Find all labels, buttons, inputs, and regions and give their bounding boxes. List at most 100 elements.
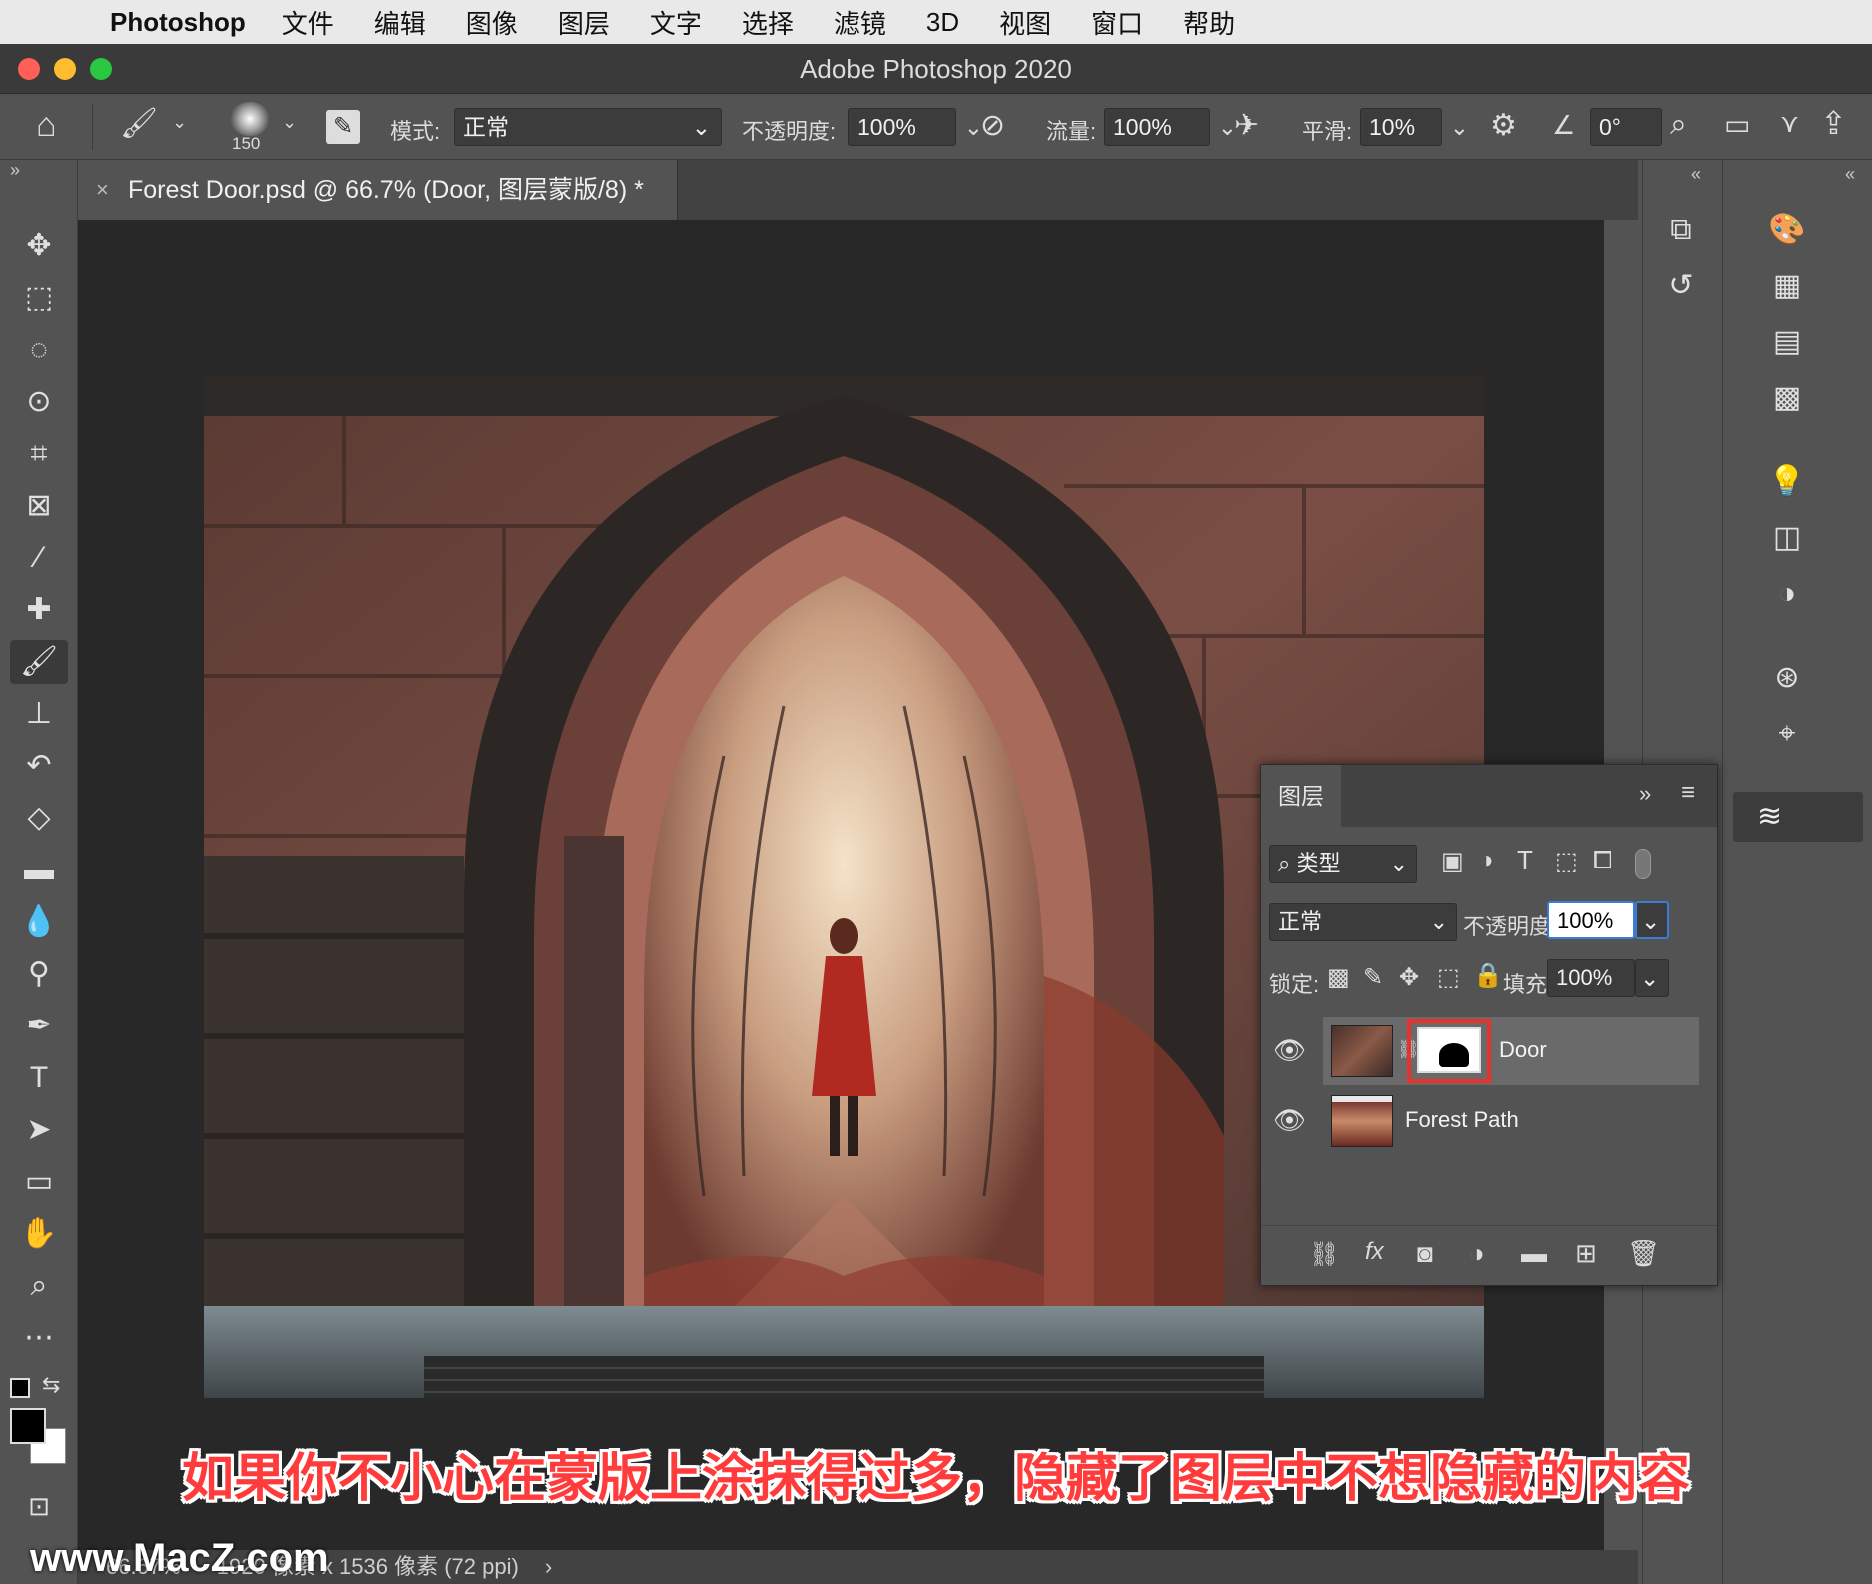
opacity-input[interactable]: 100% ⌄ <box>848 108 983 146</box>
angle-input[interactable]: 0° <box>1590 108 1662 146</box>
collapse-icon[interactable]: « <box>1845 164 1855 185</box>
workspace-icon[interactable]: ▭ <box>1724 108 1750 141</box>
fill-input[interactable]: 100% <box>1547 959 1635 997</box>
adjustments-icon[interactable]: ◑ <box>1759 572 1815 616</box>
more-tools-icon[interactable]: ⋯ <box>10 1316 68 1360</box>
airbrush-icon[interactable]: ✈ <box>1234 108 1259 143</box>
menu-item-select[interactable]: 选择 <box>742 4 794 41</box>
chevron-down-icon[interactable]: ⌄ <box>172 112 187 133</box>
filter-type-icon[interactable]: T <box>1517 845 1533 876</box>
layer-thumbnail[interactable] <box>1331 1095 1393 1147</box>
lock-all-icon[interactable]: 🔒 <box>1473 961 1503 990</box>
color-panel-icon[interactable]: 🎨 <box>1759 208 1815 252</box>
close-window-button[interactable] <box>18 58 40 80</box>
new-layer-icon[interactable]: ⊞ <box>1575 1238 1597 1269</box>
rectangle-tool-icon[interactable]: ▭ <box>10 1160 68 1204</box>
adjustment-layer-icon[interactable]: ◑ <box>1469 1238 1485 1269</box>
zoom-window-button[interactable] <box>90 58 112 80</box>
chevron-down-icon[interactable]: ⌄ <box>1450 109 1469 145</box>
layer-row-forest-path[interactable]: 👁 Forest Path <box>1273 1087 1699 1155</box>
menu-item-image[interactable]: 图像 <box>466 4 518 41</box>
trash-icon[interactable]: 🗑 <box>1627 1238 1660 1269</box>
menu-item-file[interactable]: 文件 <box>282 4 334 41</box>
layer-opacity-dropdown[interactable]: ⌄ <box>1635 901 1669 939</box>
hand-tool-icon[interactable]: ✋ <box>10 1212 68 1256</box>
layer-name[interactable]: Door <box>1499 1037 1547 1063</box>
chevron-right-icon[interactable]: › <box>545 1554 552 1579</box>
menu-item-filter[interactable]: 滤镜 <box>834 4 886 41</box>
home-icon[interactable]: ⌂ <box>36 106 57 145</box>
type-tool-icon[interactable]: T <box>10 1056 68 1100</box>
layer-filter-select[interactable]: ⌕ 类型 ⌄ <box>1269 845 1417 883</box>
gear-icon[interactable]: ⚙ <box>1490 108 1517 143</box>
menu-item-edit[interactable]: 编辑 <box>374 4 426 41</box>
layer-opacity-input[interactable]: 100% <box>1547 901 1635 939</box>
fill-dropdown[interactable]: ⌄ <box>1635 959 1669 997</box>
smooth-input[interactable]: 10% ⌄ <box>1360 108 1469 146</box>
filter-smart-object-icon[interactable]: ⧠ <box>1593 847 1612 875</box>
menu-app-name[interactable]: Photoshop <box>110 7 246 38</box>
eraser-tool-icon[interactable]: ◇ <box>10 796 68 840</box>
quick-select-tool-icon[interactable]: ⊙ <box>10 380 68 424</box>
dodge-tool-icon[interactable]: ⚲ <box>10 952 68 996</box>
mode-select[interactable]: 正常 ⌄ <box>454 108 722 146</box>
path-select-tool-icon[interactable]: ➤ <box>10 1108 68 1152</box>
layers-tab[interactable]: 图层 <box>1261 765 1341 827</box>
history-brush-tool-icon[interactable]: ↶ <box>10 744 68 788</box>
pressure-opacity-icon[interactable]: ⊘ <box>980 108 1005 143</box>
lock-pixels-icon[interactable]: ✎ <box>1363 963 1383 992</box>
search-icon[interactable]: ⌕ <box>1670 108 1687 142</box>
brush-settings-panel-icon[interactable]: ✎ <box>326 110 360 144</box>
brush-tool-icon[interactable]: 🖌 <box>10 640 68 684</box>
filter-adjustment-icon[interactable]: ◑ <box>1479 847 1494 875</box>
minimize-window-button[interactable] <box>54 58 76 80</box>
filter-shape-icon[interactable]: ⬚ <box>1555 847 1578 876</box>
expand-icon[interactable]: » <box>10 160 20 181</box>
zoom-tool-icon[interactable]: ⌕ <box>10 1264 68 1308</box>
paths-icon[interactable]: ⌖ <box>1759 712 1815 756</box>
gradient-tool-icon[interactable]: ▬ <box>10 848 68 892</box>
layer-name[interactable]: Forest Path <box>1405 1107 1519 1133</box>
share-icon[interactable]: ⇪ <box>1820 104 1847 142</box>
link-layers-icon[interactable]: ⛓ <box>1309 1240 1339 1269</box>
libraries-icon[interactable]: ⧉ <box>1653 208 1709 252</box>
chevron-down-icon[interactable]: ⌄ <box>282 112 297 133</box>
lock-position-icon[interactable]: ✥ <box>1399 963 1419 992</box>
swatches-icon[interactable]: ▦ <box>1759 264 1815 308</box>
layers-panel-icon[interactable]: ≋ <box>1733 792 1863 842</box>
history-icon[interactable]: ↺ <box>1653 264 1709 308</box>
lasso-tool-icon[interactable]: ◌ <box>10 328 68 372</box>
group-folder-icon[interactable]: ▬ <box>1521 1238 1547 1269</box>
menu-item-type[interactable]: 文字 <box>650 4 702 41</box>
add-mask-icon[interactable]: ◙ <box>1417 1238 1433 1269</box>
brush-tool-preset-icon[interactable]: 🖌 <box>120 106 158 141</box>
stamp-tool-icon[interactable]: ⊥ <box>10 692 68 736</box>
brush-preview-icon[interactable] <box>230 102 270 136</box>
menu-item-3d[interactable]: 3D <box>926 7 959 38</box>
pen-tool-icon[interactable]: ✒ <box>10 1004 68 1048</box>
menu-item-help[interactable]: 帮助 <box>1183 4 1235 41</box>
swap-colors-icon[interactable]: ⇆ <box>42 1372 60 1398</box>
close-icon[interactable]: × <box>96 160 109 220</box>
expand-icon[interactable]: » <box>1639 781 1651 807</box>
default-colors-icon[interactable] <box>10 1378 30 1398</box>
menu-item-window[interactable]: 窗口 <box>1091 4 1143 41</box>
frame-tool-icon[interactable]: ⊠ <box>10 484 68 528</box>
blur-tool-icon[interactable]: 💧 <box>10 900 68 944</box>
document-tab[interactable]: × Forest Door.psd @ 66.7% (Door, 图层蒙版/8)… <box>78 160 678 220</box>
lock-artboard-icon[interactable]: ⬚ <box>1437 963 1460 992</box>
eye-icon[interactable]: 👁 <box>1273 1035 1306 1066</box>
layer-row-door[interactable]: 👁 ⛓ Door <box>1273 1017 1699 1085</box>
collapse-icon[interactable]: « <box>1691 164 1701 185</box>
menu-item-layer[interactable]: 图层 <box>558 4 610 41</box>
menu-item-view[interactable]: 视图 <box>999 4 1051 41</box>
eyedropper-tool-icon[interactable]: ⁄ <box>10 536 68 580</box>
layer-style-fx-icon[interactable]: fx <box>1365 1238 1384 1266</box>
learn-icon[interactable]: 💡 <box>1759 460 1815 504</box>
panel-menu-icon[interactable]: ≡ <box>1681 779 1695 807</box>
symmetry-icon[interactable]: ⋎ <box>1780 108 1799 139</box>
navigator-icon[interactable]: ◫ <box>1759 516 1815 560</box>
healing-brush-tool-icon[interactable]: ✚ <box>10 588 68 632</box>
crop-tool-icon[interactable]: ⌗ <box>10 432 68 476</box>
blend-mode-select[interactable]: 正常 ⌄ <box>1269 903 1457 941</box>
